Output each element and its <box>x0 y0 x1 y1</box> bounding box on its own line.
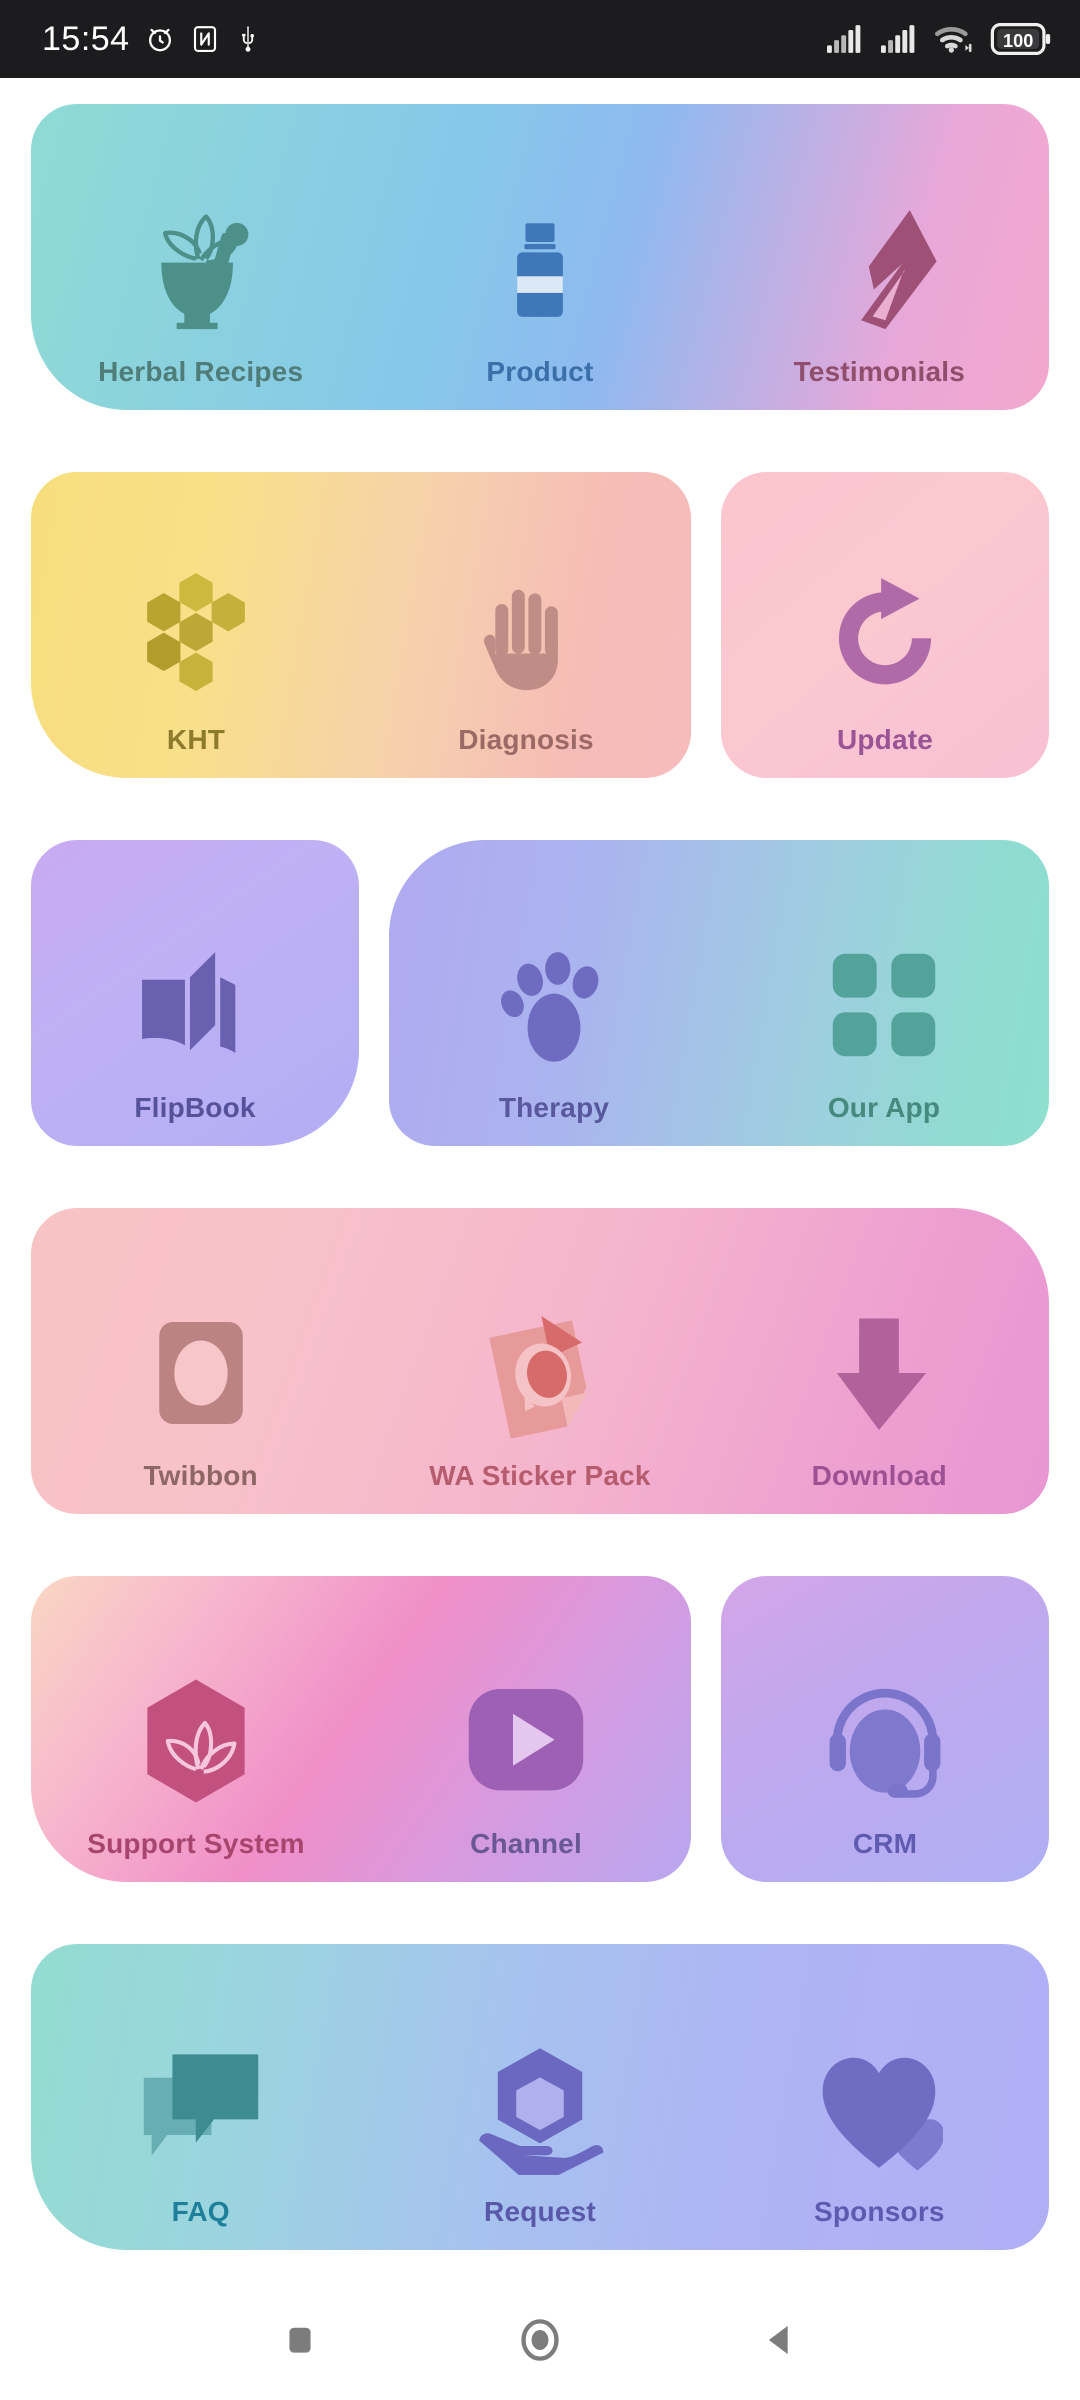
menu-tile-product[interactable]: Product <box>370 104 709 410</box>
status-bar: 15:54 100 <box>0 0 1080 78</box>
system-nav-bar <box>0 2280 1080 2400</box>
menu-page: Herbal Recipes Product Testimonials KHT Diag… <box>0 78 1080 2400</box>
signal-sim2-icon <box>880 24 918 54</box>
bottle-icon <box>488 194 592 344</box>
menu-row: FAQ Request Sponsors <box>31 1944 1049 2250</box>
menu-tile-faq[interactable]: FAQ <box>31 1944 370 2250</box>
menu-row: Herbal Recipes Product Testimonials <box>31 104 1049 410</box>
honeycomb-icon <box>134 562 258 712</box>
headset-icon <box>822 1666 948 1816</box>
menu-grid: Herbal Recipes Product Testimonials KHT Diag… <box>0 104 1080 2250</box>
battery-icon: 100 <box>990 23 1052 55</box>
hexagon-leaves-icon <box>132 1666 260 1816</box>
quill-pen-icon <box>815 194 943 344</box>
menu-tile-flipbook[interactable]: FlipBook <box>31 840 359 1146</box>
sticker-chat-icon <box>474 1298 606 1448</box>
wifi-icon <box>934 23 974 55</box>
recents-button[interactable] <box>255 2295 345 2385</box>
menu-tile-channel[interactable]: Channel <box>361 1576 691 1882</box>
menu-row: KHT Diagnosis Update <box>31 472 1049 778</box>
menu-tile-crm[interactable]: CRM <box>721 1576 1049 1882</box>
menu-row: FlipBook Therapy Our App <box>31 840 1049 1146</box>
refresh-icon <box>821 562 949 712</box>
menu-tile-update[interactable]: Update <box>721 472 1049 778</box>
menu-tile-label: Diagnosis <box>458 724 594 755</box>
menu-tile-label: Channel <box>470 1828 582 1859</box>
menu-tile-testimonials[interactable]: Testimonials <box>710 104 1049 410</box>
menu-tile-label: Download <box>811 1460 947 1491</box>
open-book-icon <box>132 930 258 1080</box>
card-row3-right: Therapy Our App <box>389 840 1049 1146</box>
status-bar-clock: 15:54 <box>42 20 130 58</box>
menu-tile-herbal-recipes[interactable]: Herbal Recipes <box>31 104 370 410</box>
frame-portrait-icon <box>143 1298 259 1448</box>
menu-tile-our-app[interactable]: Our App <box>719 840 1049 1146</box>
download-arrow-icon <box>817 1298 941 1448</box>
menu-row: Twibbon WA Sticker Pack Download <box>31 1208 1049 1514</box>
menu-tile-download[interactable]: Download <box>710 1208 1049 1514</box>
paw-print-icon <box>491 930 617 1080</box>
back-button[interactable] <box>735 2295 825 2385</box>
battery-level-text: 100 <box>1003 31 1033 51</box>
hand-hexagon-icon <box>474 2034 606 2184</box>
menu-tile-label: Herbal Recipes <box>98 356 304 387</box>
card-row2-left: KHT Diagnosis <box>31 472 691 778</box>
youtube-play-icon <box>461 1666 591 1816</box>
status-bar-right: 100 <box>826 23 1052 55</box>
signal-sim1-icon <box>826 24 864 54</box>
menu-tile-kht[interactable]: KHT <box>31 472 361 778</box>
mortar-pestle-icon <box>137 194 265 344</box>
menu-tile-label: Twibbon <box>143 1460 258 1491</box>
menu-tile-label: Request <box>484 2196 596 2227</box>
menu-tile-label: FlipBook <box>134 1092 256 1123</box>
chat-bubbles-icon <box>136 2034 266 2184</box>
hand-icon <box>467 562 585 712</box>
menu-tile-label: KHT <box>166 724 226 755</box>
menu-tile-label: CRM <box>852 1828 918 1859</box>
menu-tile-request[interactable]: Request <box>370 1944 709 2250</box>
card-row2-right: Update <box>721 472 1049 778</box>
menu-tile-label: Sponsors <box>813 2196 945 2227</box>
alarm-icon <box>144 23 176 55</box>
home-button[interactable] <box>495 2295 585 2385</box>
menu-tile-support-system[interactable]: Support System <box>31 1576 361 1882</box>
menu-tile-label: Testimonials <box>793 356 966 387</box>
menu-tile-label: Support System <box>87 1828 305 1859</box>
card-row3-left: FlipBook <box>31 840 359 1146</box>
nfc-icon <box>190 24 220 54</box>
menu-tile-sponsors[interactable]: Sponsors <box>710 1944 1049 2250</box>
usb-icon <box>234 24 262 54</box>
status-bar-left: 15:54 <box>42 22 262 56</box>
menu-tile-therapy[interactable]: Therapy <box>389 840 719 1146</box>
menu-tile-label: Product <box>486 356 594 387</box>
menu-tile-label: WA Sticker Pack <box>429 1460 651 1491</box>
menu-row: Support System Channel CRM <box>31 1576 1049 1882</box>
menu-tile-label: Our App <box>827 1092 941 1123</box>
card-row4: Twibbon WA Sticker Pack Download <box>31 1208 1049 1514</box>
hearts-icon <box>815 2034 944 2184</box>
menu-tile-diagnosis[interactable]: Diagnosis <box>361 472 691 778</box>
menu-tile-wa-sticker-pack[interactable]: WA Sticker Pack <box>370 1208 709 1514</box>
card-row1: Herbal Recipes Product Testimonials <box>31 104 1049 410</box>
card-row5-right: CRM <box>721 1576 1049 1882</box>
menu-tile-twibbon[interactable]: Twibbon <box>31 1208 370 1514</box>
grid-squares-icon <box>823 930 945 1080</box>
card-row5-left: Support System Channel <box>31 1576 691 1882</box>
card-row6: FAQ Request Sponsors <box>31 1944 1049 2250</box>
menu-tile-label: FAQ <box>171 2196 230 2227</box>
menu-tile-label: Update <box>836 724 934 755</box>
menu-tile-label: Therapy <box>498 1092 610 1123</box>
